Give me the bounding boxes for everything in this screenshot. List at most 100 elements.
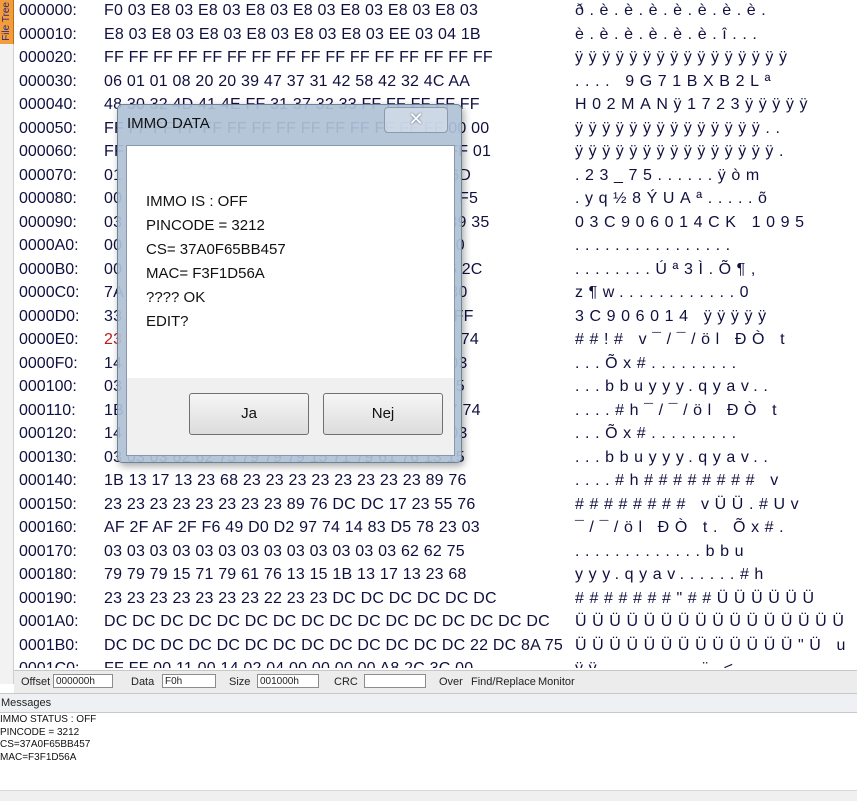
row-hex-bytes[interactable]: 03 03 03 03 03 03 03 03 03 03 03 03 03 6… (104, 540, 465, 564)
row-ascii[interactable]: .23_75......ÿòm (575, 164, 765, 188)
row-offset: 0000C0: (19, 284, 80, 301)
dialog-message: IMMO IS : OFF PINCODE = 3212 CS= 37A0F65… (127, 146, 454, 378)
message-line: PINCODE = 3212 (0, 726, 80, 738)
offset-label: Offset (21, 676, 51, 688)
yes-button[interactable]: Ja (189, 393, 309, 435)
row-ascii[interactable]: ##!# v¯/¯/öl ÐÒ t (575, 328, 790, 352)
row-ascii[interactable]: ######## vÜÜ.#Uv (575, 493, 804, 517)
messages-title: Messages (1, 697, 52, 709)
row-ascii[interactable]: .... 9G71BXB2Lª (575, 70, 776, 94)
row-offset: 000130: (19, 448, 77, 466)
row-ascii[interactable]: yyy.qyav......#h (575, 563, 769, 587)
row-offset: 000050: (19, 119, 77, 137)
row-offset: 000120: (19, 425, 77, 442)
row-ascii[interactable]: ÿÿÿÿÿÿÿÿÿÿÿÿÿÿ.. (575, 117, 786, 141)
row-ascii[interactable]: ...bbuyyy.qyav.. (575, 375, 773, 399)
message-line: IMMO STATUS : OFF (0, 714, 97, 725)
row-ascii[interactable]: ...Õx#......... (575, 352, 742, 376)
row-ascii[interactable]: ....#h######## v (575, 469, 784, 493)
row-offset: 000110: (19, 401, 76, 419)
row-ascii[interactable]: ÜÜÜÜÜÜÜÜÜÜÜÜÜÜÜÜ (575, 610, 849, 634)
row-hex-bytes[interactable]: FF FF FF FF FF FF FF FF FF FF FF FF FF F… (104, 46, 493, 70)
messages-header: Messages (0, 693, 857, 713)
dialog-line-edit: EDIT? (146, 313, 189, 330)
row-hex-bytes[interactable]: E8 03 E8 03 E8 03 E8 03 E8 03 E8 03 EE 0… (104, 23, 481, 47)
row-ascii[interactable]: .yq½8ÝUAª.....õ (575, 187, 773, 211)
row-offset: 0000D0: (19, 307, 80, 325)
over-indicator: Over (439, 676, 463, 688)
row-ascii[interactable]: è.è.è.è.è.è.î... (575, 23, 762, 47)
immo-data-dialog: IMMO DATA ✕ IMMO IS : OFF PINCODE = 3212… (117, 104, 462, 463)
crc-field[interactable] (364, 674, 426, 688)
dialog-line-cs: CS= 37A0F65BB457 (146, 241, 286, 258)
row-offset: 000140: (19, 472, 77, 489)
row-ascii[interactable]: ð.è.è.è.è.è.è.è. (575, 0, 771, 23)
row-ascii[interactable]: ¯/¯/öl ÐÒ t. Õx#. (575, 516, 789, 540)
offset-field[interactable]: 000000h (53, 674, 113, 688)
row-offset: 0001A0: (19, 613, 79, 630)
row-offset: 0000E0: (19, 331, 79, 348)
row-ascii[interactable]: ...Õx#......... (575, 422, 742, 446)
row-hex-bytes[interactable]: 06 01 01 08 20 20 39 47 37 31 42 58 42 3… (104, 70, 470, 94)
row-offset: 000100: (19, 378, 77, 395)
row-ascii[interactable]: 3C906014 ÿÿÿÿÿ (575, 305, 772, 329)
row-offset: 000190: (19, 589, 77, 607)
row-offset: 000160: (19, 519, 77, 536)
row-ascii[interactable]: ...bbuyyy.qyav.. (575, 446, 773, 470)
row-offset: 000000: (19, 2, 77, 19)
dialog-line-immo: IMMO IS : OFF (146, 193, 248, 210)
row-hex-bytes[interactable]: 79 79 79 15 71 79 61 76 13 15 1B 13 17 1… (104, 563, 467, 587)
row-ascii[interactable]: z¶w............0 (575, 281, 754, 305)
row-ascii[interactable]: ÿÿ..........¨,<. (575, 657, 749, 668)
messages-panel: IMMO STATUS : OFF PINCODE = 3212 CS=37A0… (0, 714, 96, 764)
row-offset: 000020: (19, 49, 77, 66)
row-offset: 0000F0: (19, 354, 78, 372)
row-offset: 000090: (19, 213, 77, 231)
row-offset: 000030: (19, 72, 77, 90)
row-offset: 0000A0: (19, 237, 79, 254)
message-line: MAC=F3F1D56A (0, 751, 77, 763)
dialog-title: IMMO DATA (127, 115, 210, 132)
row-ascii[interactable]: ................ (575, 234, 736, 258)
row-offset: 000010: (19, 25, 77, 43)
row-ascii[interactable]: #######"##ÜÜÜÜÜÜ (575, 587, 820, 611)
row-ascii[interactable]: ....#h¯/¯/öl ÐÒ t (575, 399, 782, 423)
dialog-body: IMMO IS : OFF PINCODE = 3212 CS= 37A0F65… (126, 145, 455, 456)
monitor-button[interactable]: Monitor (538, 676, 575, 688)
row-hex-bytes[interactable]: DC DC DC DC DC DC DC DC DC DC DC DC DC 2… (104, 634, 563, 658)
row-ascii[interactable]: .............bbu (575, 540, 749, 564)
row-hex-bytes[interactable]: DC DC DC DC DC DC DC DC DC DC DC DC DC D… (104, 610, 550, 634)
row-ascii[interactable]: H02MANÿ1723ÿÿÿÿÿ (575, 93, 813, 117)
row-ascii[interactable]: 03C906014CK 1095 (575, 211, 810, 235)
row-offset: 000070: (19, 166, 77, 184)
row-offset: 0001B0: (19, 636, 79, 654)
status-bar: Offset 000000h Data F0h Size 001000h CRC… (14, 670, 857, 693)
row-ascii[interactable]: ÜÜÜÜÜÜÜÜÜÜÜÜÜ"Ü u (575, 634, 851, 658)
row-ascii[interactable]: ÿÿÿÿÿÿÿÿÿÿÿÿÿÿÿ. (575, 140, 789, 164)
dialog-line-pincode: PINCODE = 3212 (146, 217, 265, 234)
row-offset: 0000B0: (19, 260, 79, 278)
row-hex-bytes[interactable]: FF FF 00 11 00 14 02 04 00 00 00 00 A8 2… (104, 657, 473, 668)
row-ascii[interactable]: ........Úª3Ì.Õ¶, (575, 258, 761, 282)
row-offset: 000060: (19, 143, 77, 160)
size-label: Size (229, 676, 251, 688)
crc-label: CRC (334, 676, 358, 688)
dialog-line-ok: ???? OK (146, 289, 206, 306)
row-offset: 0001C0: (19, 657, 80, 668)
row-ascii[interactable]: ÿÿÿÿÿÿÿÿÿÿÿÿÿÿÿÿ (575, 46, 793, 70)
data-field[interactable]: F0h (162, 674, 216, 688)
row-offset: 000150: (19, 495, 77, 513)
row-hex-bytes[interactable]: 23 23 23 23 23 23 23 22 23 23 DC DC DC D… (104, 587, 497, 611)
bottom-bar (0, 790, 857, 801)
no-button[interactable]: Nej (323, 393, 443, 435)
file-tree-tab[interactable]: File Tree (0, 0, 14, 44)
data-label: Data (131, 676, 155, 688)
find-replace-button[interactable]: Find/Replace (471, 676, 536, 688)
row-hex-bytes[interactable]: AF 2F AF 2F F6 49 D0 D2 97 74 14 83 D5 7… (104, 516, 480, 540)
close-icon[interactable]: ✕ (384, 107, 448, 133)
row-hex-bytes[interactable]: 1B 13 17 13 23 68 23 23 23 23 23 23 23 2… (104, 469, 467, 493)
row-offset: 000170: (19, 542, 77, 560)
row-hex-bytes[interactable]: F0 03 E8 03 E8 03 E8 03 E8 03 E8 03 E8 0… (104, 0, 478, 23)
row-hex-bytes[interactable]: 23 23 23 23 23 23 23 23 89 76 DC DC 17 2… (104, 493, 475, 517)
size-field[interactable]: 001000h (257, 674, 319, 688)
